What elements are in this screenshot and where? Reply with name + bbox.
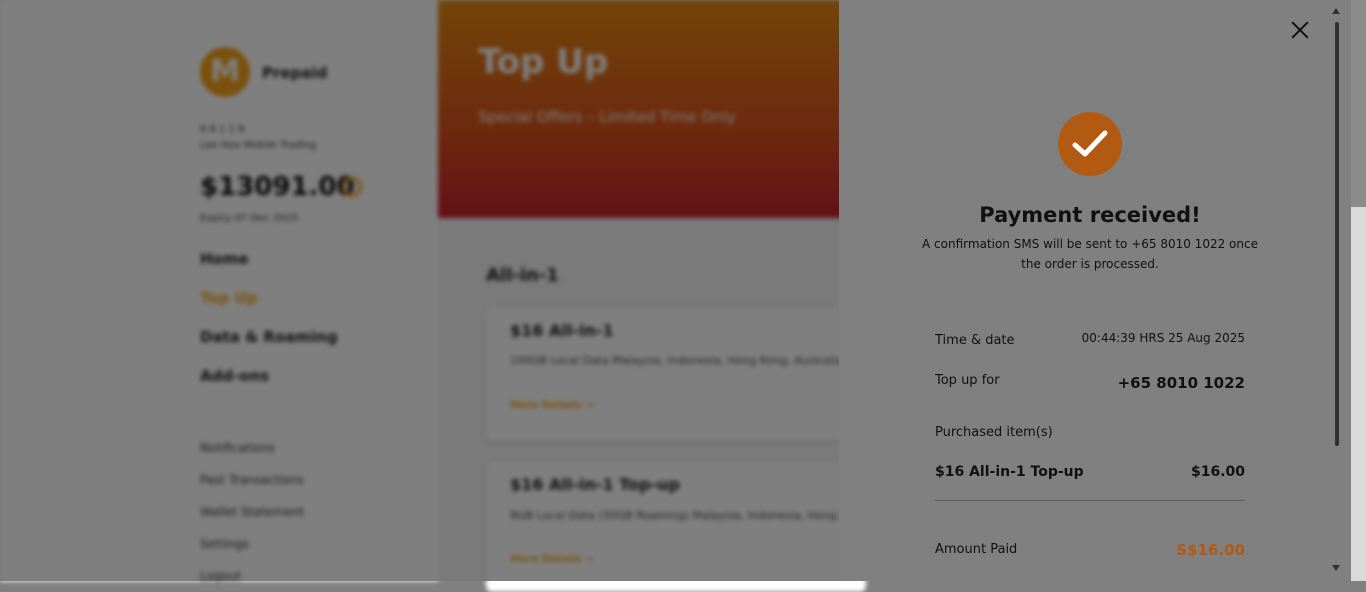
purchased-item-price: $16.00 bbox=[1190, 464, 1245, 480]
amount-paid-label: Amount Paid bbox=[935, 542, 1018, 557]
purchased-item-name: $16 All-in-1 Top-up bbox=[935, 464, 1084, 480]
page-scrollbar-thumb[interactable] bbox=[1351, 0, 1366, 207]
check-icon bbox=[1058, 112, 1122, 176]
page-scrollbar[interactable] bbox=[1351, 0, 1366, 581]
scroll-up-icon[interactable] bbox=[1332, 8, 1340, 14]
confirmation-message: A confirmation SMS will be sent to +65 8… bbox=[922, 237, 1258, 271]
close-icon[interactable] bbox=[1288, 18, 1312, 42]
topup-for-value: +65 8010 1022 bbox=[1117, 374, 1245, 392]
purchased-items-label: Purchased item(s) bbox=[935, 425, 1053, 440]
time-date-value: 00:44:39 HRS 25 Aug 2025 bbox=[1081, 331, 1245, 345]
topup-for-label: Top up for bbox=[935, 373, 1000, 388]
divider bbox=[935, 500, 1245, 501]
scroll-down-icon[interactable] bbox=[1332, 565, 1340, 571]
modal-scrollbar-thumb[interactable] bbox=[1335, 22, 1339, 446]
time-date-label: Time & date bbox=[935, 333, 1015, 348]
payment-receipt-panel bbox=[839, 0, 1366, 581]
amount-paid-value: S$16.00 bbox=[1176, 541, 1245, 559]
modal-scrollbar[interactable] bbox=[1331, 8, 1341, 574]
payment-title: Payment received! bbox=[979, 203, 1201, 227]
